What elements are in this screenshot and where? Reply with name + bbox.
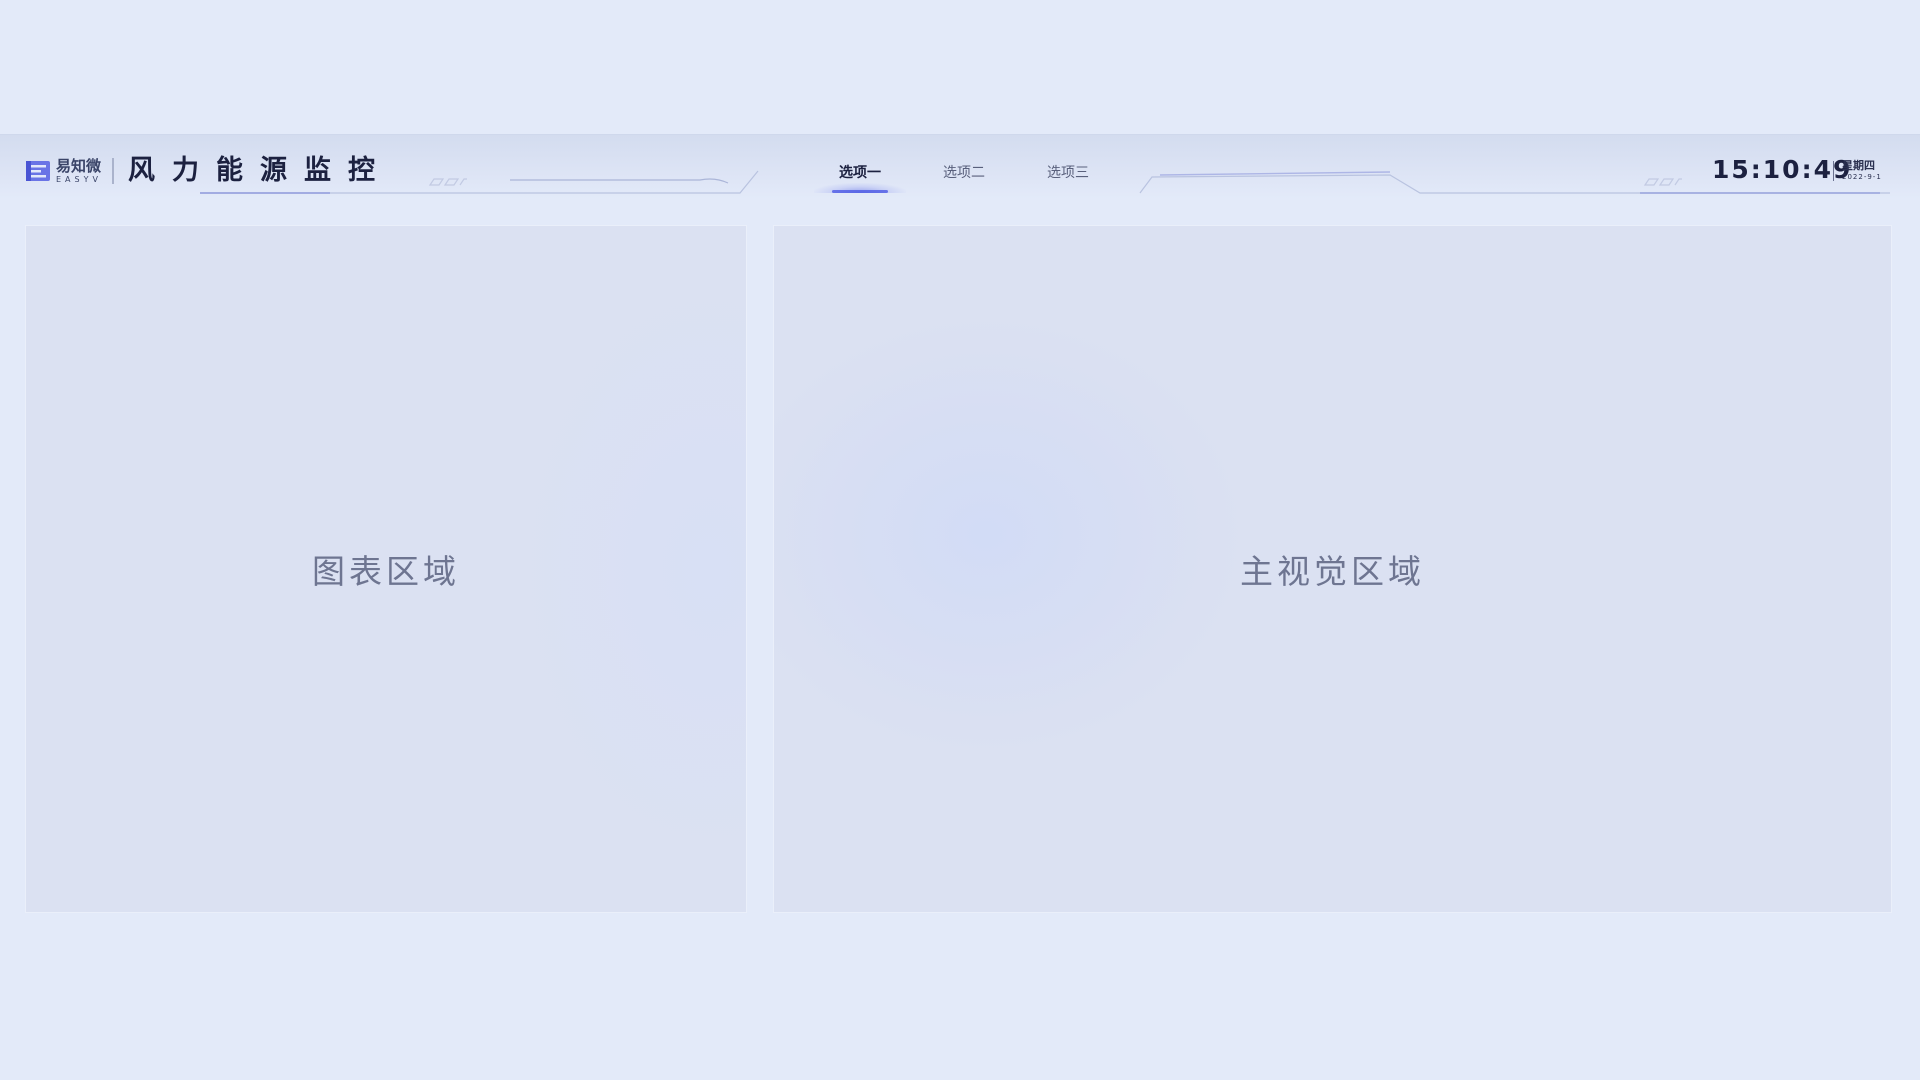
logo-name-cn: 易知微 [56, 156, 102, 175]
date-block: 星期四 2022-9-1 [1842, 160, 1882, 182]
chart-area-panel: 图表区域 [26, 226, 746, 912]
header-bar: 易知微 EASYV 风力能源监控 选项一 选项二 选项三 15:10:49 星期… [0, 134, 1920, 199]
brand-logo[interactable]: 易知微 EASYV [26, 157, 114, 185]
tab-option-2[interactable]: 选项二 [912, 157, 1016, 193]
logo-name-en: EASYV [56, 174, 102, 184]
date-label: 2022-9-1 [1842, 173, 1882, 181]
chart-area-label: 图表区域 [312, 552, 460, 591]
main-visual-panel: 主视觉区域 [774, 226, 1891, 912]
tab-bar: 选项一 选项二 选项三 [808, 157, 1120, 193]
page-title: 风力能源监控 [128, 155, 392, 186]
main-visual-label: 主视觉区域 [1240, 552, 1425, 591]
logo-divider [111, 158, 114, 184]
clock-time: 15:10:49 [1712, 155, 1853, 184]
tab-option-1[interactable]: 选项一 [808, 157, 912, 193]
tab-option-3[interactable]: 选项三 [1016, 157, 1120, 193]
clock-divider [1833, 161, 1834, 181]
dashboard-screen: 易知微 EASYV 风力能源监控 选项一 选项二 选项三 15:10:49 星期… [0, 0, 1920, 1080]
logo-text: 易知微 EASYV [56, 156, 102, 184]
easyv-logo-icon [26, 159, 50, 183]
weekday-label: 星期四 [1842, 159, 1875, 172]
